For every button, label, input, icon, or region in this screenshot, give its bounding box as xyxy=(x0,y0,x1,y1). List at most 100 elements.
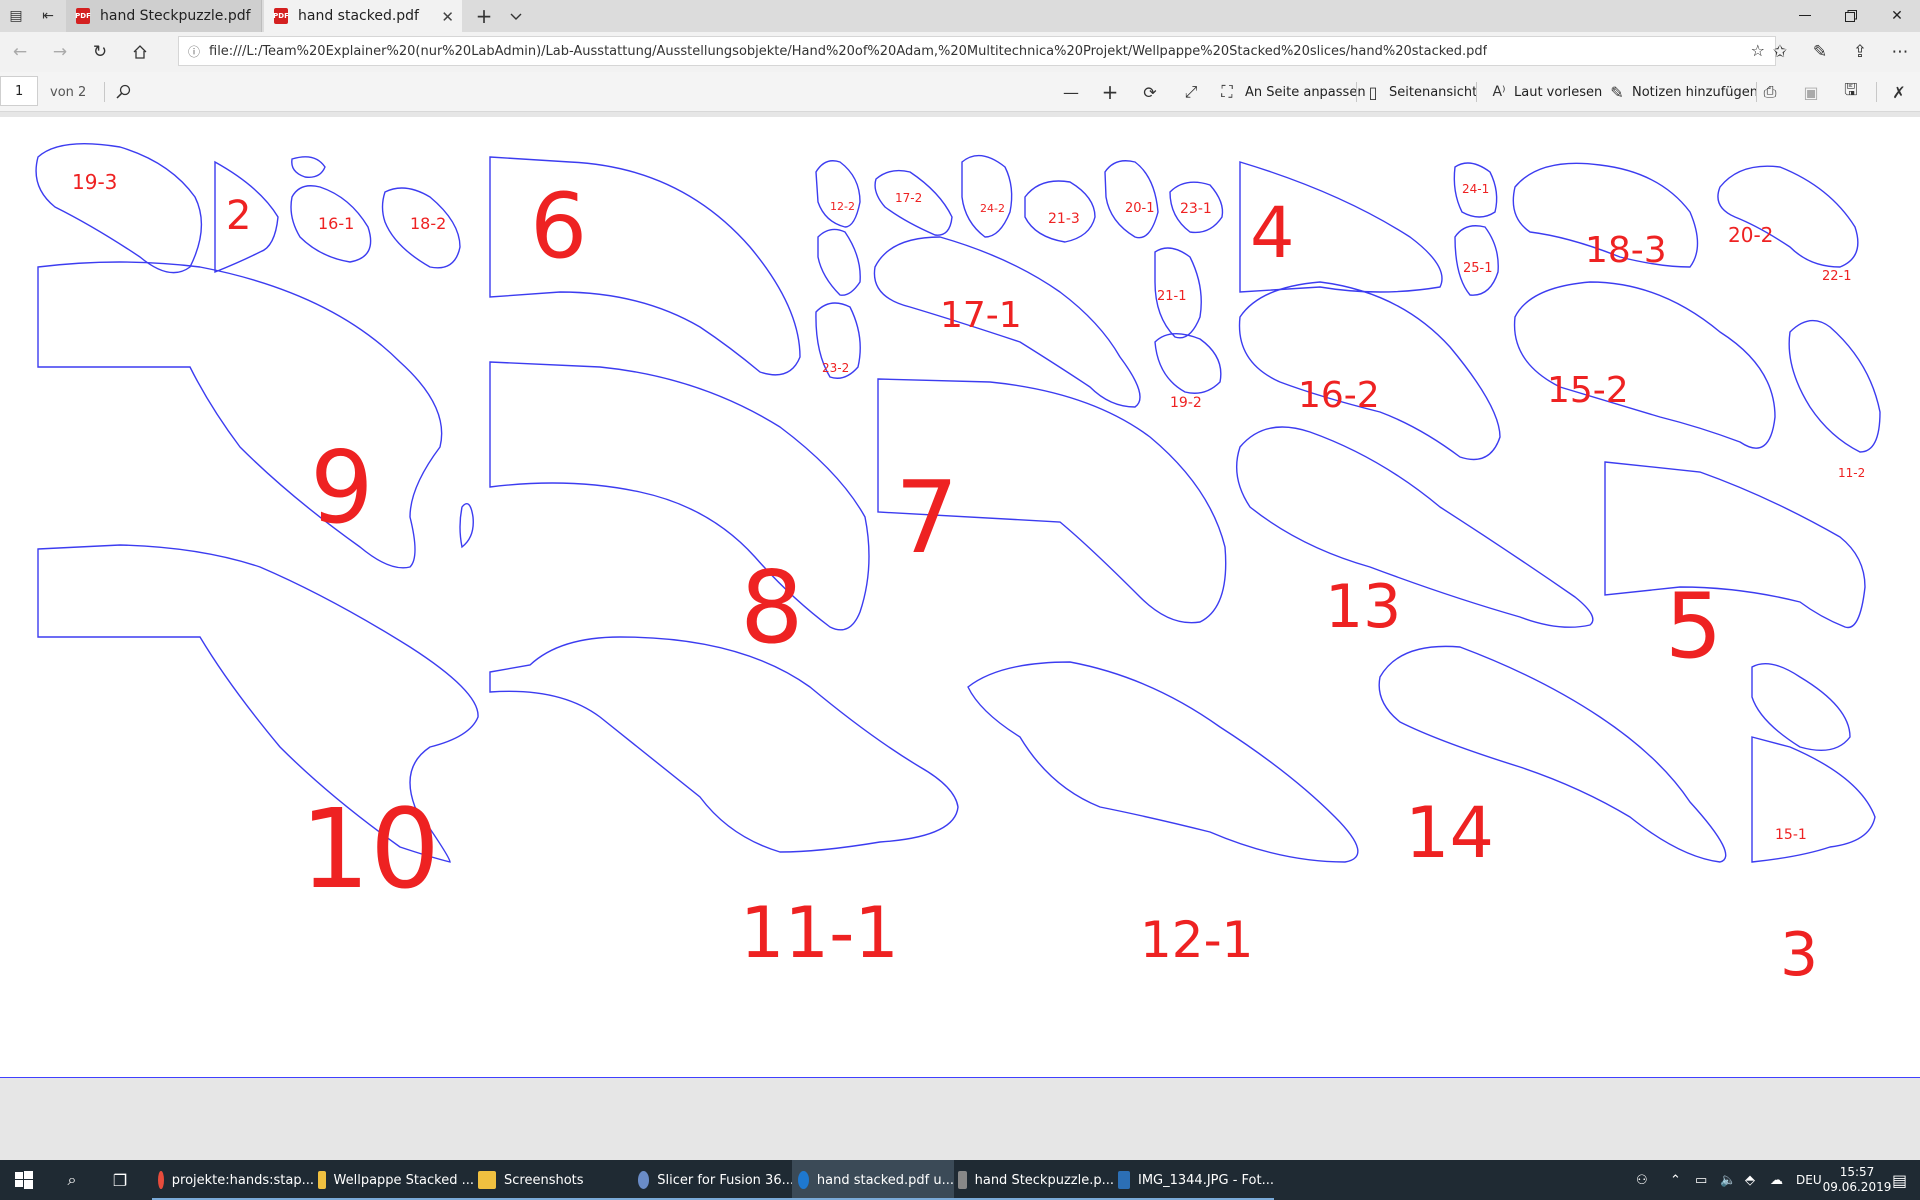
add-notes-button[interactable]: Notizen hinzufügen xyxy=(1632,72,1758,112)
people-icon[interactable]: ⚇ xyxy=(1636,1160,1648,1200)
chevron-down-icon[interactable] xyxy=(500,0,532,32)
taskbar-item-edge[interactable]: hand stacked.pdf u... xyxy=(792,1160,954,1200)
tab-hand-stacked[interactable]: PDF hand stacked.pdf ✕ xyxy=(264,0,462,32)
piece-outline xyxy=(459,503,474,549)
piece-label: 8 xyxy=(740,549,804,666)
task-view-icon[interactable]: ❐ xyxy=(96,1160,144,1200)
network-icon[interactable]: ▭ xyxy=(1695,1160,1707,1200)
taskbar-item-folder-screenshots[interactable]: Screenshots xyxy=(472,1160,634,1200)
tab-title: hand stacked.pdf xyxy=(298,8,419,24)
page-number-input[interactable]: 1 xyxy=(0,76,38,106)
piece-outline xyxy=(961,154,1013,238)
taskbar-item-pdf-app[interactable]: hand Steckpuzzle.p... xyxy=(952,1160,1114,1200)
edge-icon xyxy=(798,1171,809,1189)
close-tab-icon[interactable]: ✕ xyxy=(441,8,454,26)
piece-labels: 19-3 2 16-1 18-2 6 12-2 17-2 24-2 21-3 20-1 23-1 4 2… xyxy=(72,170,1865,990)
tab-preview-icon[interactable]: ▤ xyxy=(0,0,32,32)
piece-label: 7 xyxy=(895,459,959,576)
info-icon[interactable]: ⓘ xyxy=(179,43,209,60)
zoom-in-icon[interactable]: + xyxy=(1095,72,1125,112)
piece-label: 6 xyxy=(530,174,587,279)
zoom-out-icon[interactable]: — xyxy=(1056,72,1086,112)
pen-icon[interactable]: ✎ xyxy=(1800,32,1840,72)
piece-label: 24-1 xyxy=(1462,182,1489,196)
piece-outline xyxy=(489,636,959,853)
taskbar-item-chrome[interactable]: projekte:hands:stap... xyxy=(152,1160,314,1200)
address-bar[interactable]: ⓘ file:///L:/Team%20Explainer%20(nur%20L… xyxy=(178,36,1776,66)
fit-page-button[interactable]: An Seite anpassen xyxy=(1245,72,1366,112)
pdf-icon: PDF xyxy=(75,8,91,24)
piece-outline xyxy=(1104,160,1159,239)
fit-page-icon: ⛶ xyxy=(1221,82,1233,101)
piece-label: 22-1 xyxy=(1822,269,1852,284)
chrome-icon xyxy=(158,1171,164,1189)
piece-label: 15-1 xyxy=(1775,827,1807,843)
slicer-icon xyxy=(638,1171,650,1189)
language-indicator[interactable]: DEU xyxy=(1796,1160,1822,1200)
read-aloud-button[interactable]: Laut vorlesen xyxy=(1514,72,1602,112)
volume-icon[interactable]: 🔈 xyxy=(1720,1160,1736,1200)
piece-outline xyxy=(817,228,861,296)
pdf-page[interactable]: 19-3 2 16-1 18-2 6 12-2 17-2 24-2 21-3 20-1 23-1 4 2… xyxy=(0,117,1920,1078)
refresh-icon[interactable]: ↻ xyxy=(80,32,120,72)
piece-label: 18-2 xyxy=(410,214,446,233)
piece-label: 11-1 xyxy=(740,892,899,974)
onedrive-icon[interactable]: ☁ xyxy=(1770,1160,1783,1200)
more-icon[interactable]: ⋯ xyxy=(1880,32,1920,72)
set-aside-tabs-icon[interactable]: ⇤ xyxy=(32,0,64,32)
close-window-button[interactable]: ✕ xyxy=(1874,0,1920,32)
read-aloud-icon: A⁾ xyxy=(1492,84,1506,100)
puzzle-pieces-drawing: 19-3 2 16-1 18-2 6 12-2 17-2 24-2 21-3 20-1 23-1 4 2… xyxy=(35,143,1881,990)
piece-outline xyxy=(489,361,870,631)
dropbox-icon[interactable]: ⬘ xyxy=(1745,1160,1755,1200)
piece-label: 16-1 xyxy=(318,214,354,233)
app-icon xyxy=(958,1171,967,1189)
search-icon[interactable]: ⌕ xyxy=(48,1160,96,1200)
home-icon[interactable] xyxy=(120,32,160,72)
pen-icon: ✎ xyxy=(1610,82,1624,102)
piece-label: 25-1 xyxy=(1463,261,1493,276)
piece-label: 21-1 xyxy=(1157,289,1187,304)
piece-label: 16-2 xyxy=(1298,375,1380,416)
piece-label: 17-1 xyxy=(940,295,1022,336)
piece-label: 4 xyxy=(1250,192,1295,274)
favorites-icon[interactable]: ✩ xyxy=(1760,32,1800,72)
chevron-up-icon[interactable]: ⌃ xyxy=(1670,1160,1681,1200)
piece-outline xyxy=(1717,165,1859,268)
page-total: von 2 xyxy=(50,84,87,100)
folder-icon xyxy=(318,1171,326,1189)
folder-icon xyxy=(478,1171,496,1189)
pin-toolbar-icon[interactable]: ✗ xyxy=(1884,72,1914,112)
piece-label: 10 xyxy=(300,785,440,913)
save-as-icon[interactable]: 🖫 xyxy=(1836,72,1866,112)
piece-outline xyxy=(1513,281,1776,449)
tab-hand-steckpuzzle[interactable]: PDF hand Steckpuzzle.pdf xyxy=(66,0,262,32)
piece-outline xyxy=(1238,281,1501,461)
taskbar-item-photos[interactable]: IMG_1344.JPG - Fot... xyxy=(1112,1160,1274,1200)
piece-outline xyxy=(1751,736,1876,863)
back-arrow-icon[interactable]: ← xyxy=(0,32,40,72)
search-icon[interactable] xyxy=(108,72,138,112)
save-icon[interactable]: ▣ xyxy=(1796,72,1826,112)
share-icon[interactable]: ⇪ xyxy=(1840,32,1880,72)
notifications-icon[interactable]: ▤ xyxy=(1892,1160,1907,1200)
taskbar-item-slicer[interactable]: Slicer for Fusion 36... xyxy=(632,1160,794,1200)
start-button[interactable] xyxy=(0,1160,48,1200)
piece-outline xyxy=(1788,319,1881,453)
navigation-bar: ← → ↻ ⓘ file:///L:/Team%20Explainer%20(n… xyxy=(0,32,1920,72)
clock[interactable]: 15:57 09.06.2019 xyxy=(1822,1160,1892,1200)
piece-label: 5 xyxy=(1665,574,1722,679)
forward-arrow-icon[interactable]: → xyxy=(40,32,80,72)
new-tab-icon[interactable]: + xyxy=(468,0,500,32)
pdf-toolbar: 1 von 2 — + ⟳ ⤢ ⛶ An Seite anpassen ▯ Se… xyxy=(0,72,1920,112)
piece-label: 21-3 xyxy=(1048,211,1080,227)
piece-label: 18-3 xyxy=(1585,230,1667,271)
page-view-button[interactable]: Seitenansicht xyxy=(1389,72,1477,112)
fullscreen-icon[interactable]: ⤢ xyxy=(1176,72,1206,112)
print-icon[interactable]: ⎙ xyxy=(1755,72,1785,112)
piece-label: 11-2 xyxy=(1838,466,1865,480)
minimize-button[interactable] xyxy=(1782,0,1828,32)
restore-button[interactable] xyxy=(1828,0,1874,32)
taskbar-item-folder-wellpappe[interactable]: Wellpappe Stacked ... xyxy=(312,1160,474,1200)
rotate-icon[interactable]: ⟳ xyxy=(1135,72,1165,112)
